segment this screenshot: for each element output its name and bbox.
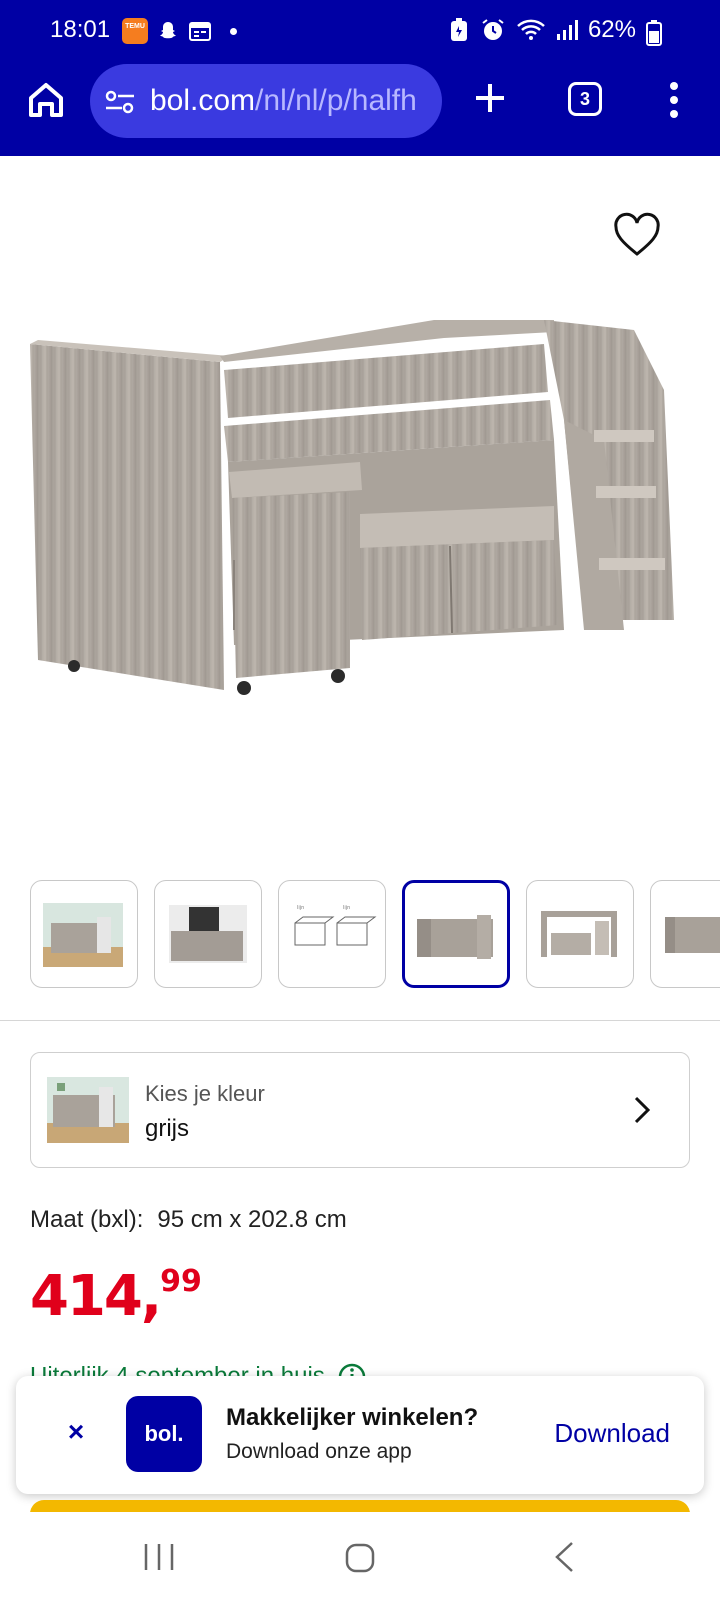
app-banner: × bol. Makkelijker winkelen? Download on… — [16, 1376, 704, 1494]
thumbnail-6[interactable] — [650, 880, 720, 988]
signal-icon — [556, 20, 578, 40]
temu-icon: TEMU — [122, 18, 148, 44]
thumbnail-4[interactable] — [402, 880, 510, 988]
url-text[interactable]: bol.com/nl/nl/p/halfh — [150, 84, 438, 118]
battery-saver-icon — [450, 18, 467, 41]
site-settings-icon[interactable] — [104, 88, 136, 116]
color-selector[interactable]: Kies je kleur grijs — [30, 1052, 690, 1168]
heart-icon[interactable] — [612, 212, 662, 258]
tab-switcher-button[interactable]: 3 — [568, 82, 602, 116]
status-right: 62% — [448, 16, 636, 44]
color-value: grijs — [145, 1115, 190, 1142]
banner-subtitle: Download onze app — [226, 1440, 412, 1463]
bol-logo: bol. — [126, 1396, 202, 1472]
recent-apps-icon[interactable] — [142, 1542, 176, 1572]
banner-title: Makkelijker winkelen? — [226, 1404, 479, 1431]
url-domain: bol.com — [150, 84, 256, 117]
address-bar[interactable]: bol.com/nl/nl/p/halfh — [90, 64, 442, 138]
price-integer: 414, — [30, 1264, 162, 1329]
price: 414,99 — [30, 1264, 202, 1329]
home-nav-icon[interactable] — [344, 1542, 376, 1574]
thumbnail-5[interactable] — [526, 880, 634, 988]
battery-percent: 62% — [587, 16, 636, 43]
home-icon[interactable] — [26, 80, 66, 120]
url-path: /nl/nl/p/halfh — [255, 84, 417, 117]
thumbnail-2[interactable] — [154, 880, 262, 988]
snapchat-icon — [160, 22, 176, 39]
browser-chrome: 18:01 TEMU 62% bol.com/nl/nl/p/halfh 3 — [0, 0, 720, 156]
new-tab-icon[interactable] — [472, 80, 508, 116]
svg-text:lijn: lijn — [343, 905, 350, 911]
divider — [0, 1020, 720, 1021]
temu-text: TEMU — [125, 23, 145, 30]
size-info: Maat (bxl): 95 cm x 202.8 cm — [30, 1206, 347, 1234]
color-thumbnail — [47, 1077, 129, 1143]
dot-icon — [230, 27, 237, 35]
size-label: Maat (bxl): — [30, 1206, 144, 1233]
calendar-icon — [189, 22, 211, 41]
wifi-icon — [517, 19, 545, 40]
svg-text:lijn: lijn — [297, 905, 304, 911]
status-time: 18:01 — [50, 16, 111, 43]
color-label: Kies je kleur — [145, 1081, 265, 1106]
thumbnail-3[interactable]: lijn lijn — [278, 880, 386, 988]
price-decimals: 99 — [160, 1264, 202, 1299]
system-nav-bar — [0, 1512, 720, 1600]
product-image[interactable] — [24, 300, 700, 720]
more-menu-icon[interactable] — [664, 80, 684, 120]
battery-icon — [646, 20, 662, 46]
back-icon[interactable] — [552, 1540, 576, 1574]
notification-icons: TEMU — [122, 18, 237, 44]
page: 18:01 TEMU 62% bol.com/nl/nl/p/halfh 3 l… — [0, 0, 720, 1600]
chevron-right-icon — [634, 1096, 651, 1124]
url-bar: bol.com/nl/nl/p/halfh 3 — [0, 62, 720, 142]
thumbnail-strip: lijn lijn — [30, 880, 720, 988]
download-button[interactable]: Download — [554, 1418, 670, 1449]
status-bar: 18:01 TEMU 62% — [0, 0, 720, 60]
thumbnail-1[interactable] — [30, 880, 138, 988]
size-value: 95 cm x 202.8 cm — [157, 1206, 347, 1233]
alarm-icon — [482, 19, 504, 40]
close-icon[interactable]: × — [62, 1418, 90, 1446]
